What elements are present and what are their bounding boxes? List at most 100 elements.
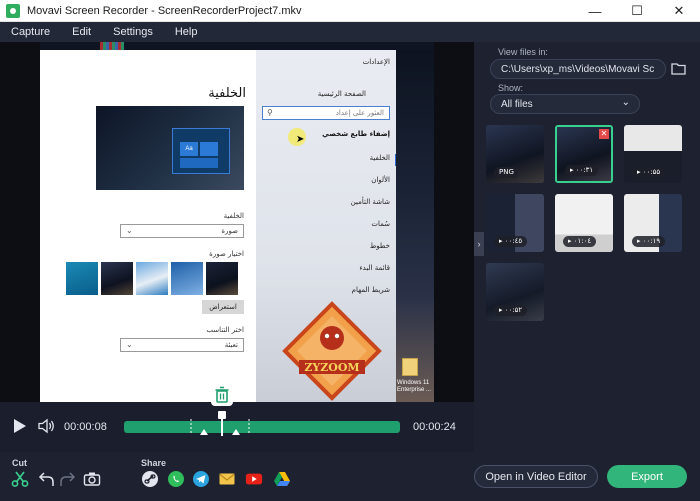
home-item: الصفحة الرئيسية — [317, 90, 366, 98]
cursor-icon: ➤ — [296, 134, 305, 145]
app-icon — [6, 3, 20, 18]
video-preview[interactable]: الخلفية Aa الخلفية صورة ⌄ اختيار صورة اس… — [0, 42, 474, 402]
file-thumbnail[interactable]: ▸ ۰۰:٤٥ — [486, 194, 544, 252]
undo-icon[interactable] — [37, 470, 55, 488]
timeline-track[interactable] — [124, 421, 400, 433]
menu-bar: Capture Edit Settings Help — [0, 22, 700, 42]
desktop-file-icon — [402, 358, 418, 376]
picture-choices — [66, 262, 238, 295]
share-label: Share — [141, 458, 167, 468]
collapse-panel-button[interactable]: › — [474, 232, 484, 256]
logo-text: ZYZOOM — [304, 361, 359, 374]
browse-button: استعراض — [202, 300, 244, 314]
background-heading: الخلفية — [208, 86, 246, 101]
chevron-down-icon: ⌄ — [126, 340, 133, 349]
settings-search: العثور على إعداد ⚲ — [262, 106, 390, 120]
file-duration: ▸ ۰۱:۰٤ — [563, 236, 597, 247]
title-bar: Movavi Screen Recorder - ScreenRecorderP… — [0, 0, 700, 22]
preview-tile-3 — [180, 158, 218, 168]
nav-lock-screen: شاشة التأمين — [350, 198, 390, 206]
picture-choice — [101, 262, 133, 295]
timeline-right-area — [474, 402, 700, 452]
window-controls: — ☐ ✕ — [574, 0, 700, 22]
background-preview: Aa — [96, 106, 244, 190]
file-thumbnail[interactable]: ▸ ۰۰:۵۲ — [486, 263, 544, 321]
desktop-icon-label: Windows 11 Enterprise ... — [397, 380, 432, 393]
folder-path-field[interactable]: C:\Users\xp_ms\Videos\Movavi Sc — [490, 59, 666, 79]
file-thumbnail[interactable]: ▸ ۰۰:۵۵ — [624, 125, 682, 183]
menu-capture[interactable]: Capture — [0, 26, 61, 38]
snapshot-camera-icon[interactable] — [83, 470, 101, 488]
minimize-button[interactable]: — — [574, 0, 616, 22]
picture-choice — [66, 262, 98, 295]
export-button[interactable]: Export — [607, 465, 687, 488]
nav-taskbar: شريط المهام — [351, 286, 390, 294]
file-thumbnail[interactable]: ▸ ۰۱:۰٤ — [555, 194, 613, 252]
playhead-handle[interactable] — [218, 411, 226, 419]
trash-icon[interactable] — [211, 384, 233, 406]
fit-value: تعبئة — [224, 341, 238, 349]
nav-background: الخلفية — [369, 154, 390, 162]
google-drive-icon[interactable] — [273, 470, 291, 488]
file-thumbnail[interactable]: ▸ ۰۰:۱۹ — [624, 194, 682, 252]
desktop-strip — [396, 50, 434, 402]
whatsapp-icon[interactable] — [167, 470, 185, 488]
mail-icon[interactable] — [218, 470, 236, 488]
chevron-down-icon: ⌄ — [621, 97, 630, 108]
fit-dropdown: تعبئة ⌄ — [120, 338, 244, 352]
personalization-heading: إضفاء طابع شخصي — [322, 130, 390, 138]
file-badge: PNG — [494, 167, 519, 178]
file-duration: ▸ ۰۰:۵۵ — [632, 167, 666, 178]
file-duration: ▸ ۰۰:۱۹ — [632, 236, 666, 247]
volume-icon[interactable] — [38, 418, 56, 434]
scissors-icon[interactable] — [11, 470, 29, 488]
cut-label: Cut — [12, 458, 27, 468]
maximize-button[interactable]: ☐ — [616, 0, 658, 22]
choose-picture-label: اختيار صورة — [209, 250, 244, 258]
view-files-label: View files in: — [498, 47, 548, 57]
file-duration: ▸ ۰۰:٤٥ — [494, 236, 528, 247]
current-time: 00:00:08 — [64, 421, 107, 433]
trim-selection-marks[interactable] — [190, 419, 250, 435]
recorded-frame: الخلفية Aa الخلفية صورة ⌄ اختيار صورة اس… — [40, 42, 434, 402]
picture-choice — [171, 262, 203, 295]
file-thumbnail-selected[interactable]: ✕ ▸ ۰۰:۳۱ — [555, 125, 613, 183]
preview-tile: Aa — [180, 142, 198, 156]
window-title: Movavi Screen Recorder - ScreenRecorderP… — [27, 4, 302, 17]
open-in-video-editor-button[interactable]: Open in Video Editor — [474, 465, 598, 488]
delete-file-button[interactable]: ✕ — [599, 129, 609, 139]
search-placeholder: العثور على إعداد — [335, 109, 384, 117]
telegram-icon[interactable] — [192, 470, 210, 488]
redo-icon[interactable] — [59, 470, 77, 488]
search-icon: ⚲ — [267, 108, 273, 117]
picture-choice — [206, 262, 238, 295]
chevron-down-icon: ⌄ — [126, 226, 133, 235]
folder-icon[interactable] — [671, 62, 686, 75]
nav-start: قائمة البدء — [359, 264, 390, 272]
menu-edit[interactable]: Edit — [61, 26, 102, 38]
settings-content: الخلفية Aa الخلفية صورة ⌄ اختيار صورة اس… — [40, 50, 256, 402]
file-thumbnail[interactable]: PNG — [486, 125, 544, 183]
show-filter-dropdown[interactable]: All files ⌄ — [490, 94, 640, 114]
nav-colors: الألوان — [371, 176, 390, 184]
choose-fit-label: اختر التناسب — [206, 326, 244, 334]
show-label: Show: — [498, 83, 524, 93]
menu-help[interactable]: Help — [164, 26, 209, 38]
picture-choice — [136, 262, 168, 295]
menu-settings[interactable]: Settings — [102, 26, 164, 38]
background-dropdown: صورة ⌄ — [120, 224, 244, 238]
file-duration: ▸ ۰۰:۳۱ — [565, 165, 599, 176]
preview-tile-2 — [200, 142, 218, 156]
close-button[interactable]: ✕ — [658, 0, 700, 22]
show-filter-value: All files — [501, 99, 533, 110]
background-value: صورة — [221, 227, 238, 235]
background-label: الخلفية — [223, 212, 244, 220]
nav-themes: سُمات — [371, 220, 390, 228]
desktop-icons-strip — [100, 42, 124, 50]
nav-fonts: خطوط — [369, 242, 390, 250]
youtube-icon[interactable] — [245, 470, 263, 488]
share-link-icon[interactable] — [141, 470, 159, 488]
settings-title: الإعدادات — [362, 58, 390, 66]
play-button[interactable] — [14, 419, 26, 433]
file-duration: ▸ ۰۰:۵۲ — [494, 305, 528, 316]
